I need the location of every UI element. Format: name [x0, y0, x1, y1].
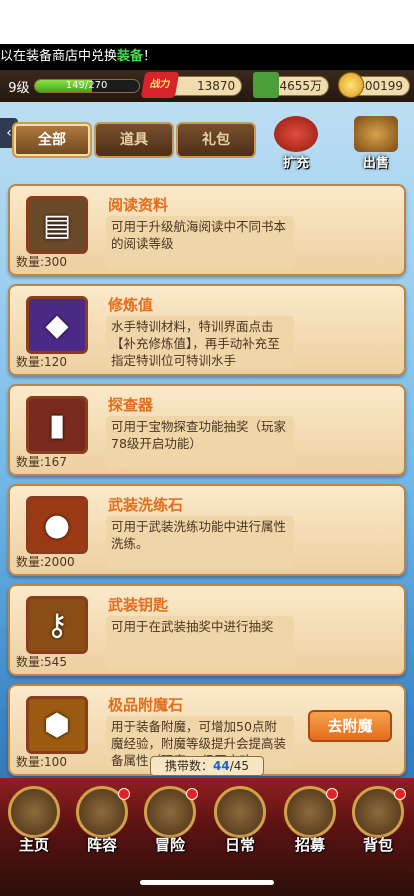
crossed-swords-icon — [214, 786, 266, 838]
item-name: 探查器 — [108, 396, 154, 414]
gold-value: 400199 — [357, 79, 403, 93]
key-icon: ⚷ — [26, 596, 88, 654]
enchant-stone-icon: ⬢ — [26, 696, 88, 754]
item-card[interactable]: ● 数量:2000 武装洗练石 可用于武装洗练功能中进行属性洗练。 — [8, 484, 406, 576]
crystal-icon: ◆ — [26, 296, 88, 354]
item-description: 可用于武装洗练功能中进行属性洗练。 — [106, 516, 294, 568]
gold-coin-icon — [338, 72, 365, 98]
tab-items[interactable]: 道具 — [94, 122, 174, 158]
tab-gifts[interactable]: 礼包 — [176, 122, 256, 158]
status-bar — [0, 0, 414, 44]
nav-bag[interactable]: 背包 — [346, 786, 410, 862]
power-display: 战力 13870 — [140, 72, 243, 98]
item-name: 修炼值 — [108, 296, 154, 314]
ticker-prefix: 以在装备商店中兑换 — [0, 49, 118, 64]
item-card[interactable]: ▮ 数量:167 探查器 可用于宝物探查功能抽奖（玩家78级开启功能） — [8, 384, 406, 476]
nav-label: 主页 — [18, 836, 49, 854]
power-value: 13870 — [197, 79, 236, 93]
nav-label: 背包 — [362, 836, 393, 854]
nav-home[interactable]: 主页 — [2, 786, 66, 862]
expand-button[interactable]: 扩充 — [266, 116, 326, 174]
item-description: 可用于宝物探查功能抽奖（玩家78级开启功能） — [106, 416, 294, 468]
nav-lineup[interactable]: 阵容 — [70, 786, 134, 862]
cash-value: 4655万 — [279, 79, 323, 93]
nav-recruit[interactable]: 招募 — [278, 786, 342, 862]
carry-label: 携带数： — [164, 759, 213, 773]
player-info-bar: 9级 149/270 战力 13870 4655万 400199 — [0, 70, 414, 102]
nav-daily[interactable]: 日常 — [208, 786, 272, 862]
ticker-highlight: 装备 — [117, 49, 144, 64]
bottom-nav: 主页 阵容 冒险 日常 招募 背包 — [0, 778, 414, 896]
item-name: 武装洗练石 — [108, 496, 184, 514]
notification-dot — [394, 788, 406, 800]
nav-label: 阵容 — [86, 836, 117, 854]
expand-label: 扩充 — [282, 156, 309, 171]
exp-bar: 149/270 — [33, 79, 140, 93]
notification-dot — [186, 788, 198, 800]
nav-adventure[interactable]: 冒险 — [138, 786, 202, 862]
notification-dot — [118, 788, 130, 800]
power-icon: 战力 — [140, 72, 179, 98]
flame-stone-icon: ● — [26, 496, 88, 554]
exp-text: 149/270 — [65, 80, 108, 91]
notification-dot — [326, 788, 338, 800]
detector-icon: ▮ — [26, 396, 88, 454]
nav-label: 日常 — [224, 836, 255, 854]
document-icon: ▤ — [26, 196, 88, 254]
carry-current: 44 — [213, 759, 230, 773]
home-indicator[interactable] — [140, 880, 274, 885]
cash-display[interactable]: 4655万 — [253, 72, 330, 98]
item-quantity: 数量:2000 — [16, 555, 75, 569]
item-quantity: 数量:120 — [16, 355, 67, 369]
sell-button[interactable]: 出售 — [346, 116, 406, 174]
tab-all[interactable]: 全部 — [12, 122, 92, 158]
item-card[interactable]: ◆ 数量:120 修炼值 水手特训材料，特训界面点击【补充修炼值】，再手动补充至… — [8, 284, 406, 376]
item-card[interactable]: ▤ 数量:300 阅读资料 可用于升级航海阅读中不同书本的阅读等级 — [8, 184, 406, 276]
tab-row: ‹ 全部 道具 礼包 扩充 出售 — [0, 102, 414, 174]
carry-capacity: 携带数：44/45 — [150, 756, 264, 776]
item-description: 可用于在武装抽奖中进行抽奖 — [106, 616, 294, 668]
ticker-suffix: ！ — [143, 49, 157, 64]
carry-max: /45 — [229, 759, 250, 773]
item-quantity: 数量:545 — [16, 655, 67, 669]
item-quantity: 数量:300 — [16, 255, 67, 269]
player-level: 9级 — [8, 80, 30, 96]
home-icon — [8, 786, 60, 838]
announcement-ticker: 以在装备商店中兑换装备！ — [0, 44, 414, 70]
gold-display[interactable]: 400199 — [338, 72, 410, 98]
cash-icon — [253, 72, 280, 98]
item-quantity: 数量:100 — [16, 755, 67, 769]
item-name: 武装钥匙 — [108, 596, 169, 614]
item-description: 水手特训材料，特训界面点击【补充修炼值】，再手动补充至指定特训位可特训水手 — [106, 316, 294, 368]
item-quantity: 数量:167 — [16, 455, 67, 469]
item-name: 阅读资料 — [108, 196, 169, 214]
sell-label: 出售 — [362, 156, 389, 171]
item-description: 可用于升级航海阅读中不同书本的阅读等级 — [106, 216, 294, 268]
expand-bag-icon — [274, 116, 318, 152]
treasure-chest-icon — [354, 116, 398, 152]
item-card[interactable]: ⚷ 数量:545 武装钥匙 可用于在武装抽奖中进行抽奖 — [8, 584, 406, 676]
nav-label: 招募 — [294, 836, 325, 854]
item-name: 极品附魔石 — [108, 696, 184, 714]
nav-label: 冒险 — [154, 836, 185, 854]
enchant-button[interactable]: 去附魔 — [308, 710, 392, 742]
